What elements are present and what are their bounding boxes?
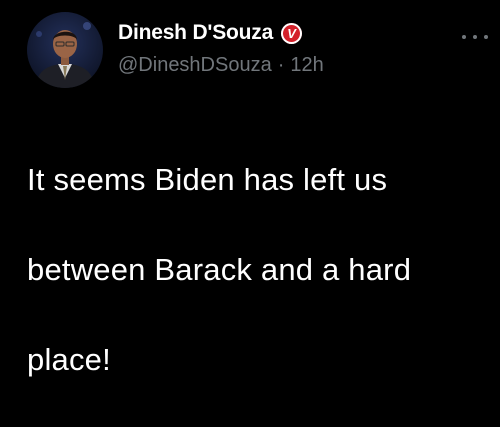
more-options-icon[interactable] <box>462 30 488 44</box>
timestamp[interactable]: 12h <box>290 54 323 77</box>
tweet-text: It seems Biden has left us between Barac… <box>27 112 477 427</box>
avatar-photo <box>27 12 103 88</box>
meta-row: @DineshDSouza · 12h <box>118 50 448 80</box>
tweet-text-line: It seems Biden has left us <box>27 162 388 197</box>
tweet-header: Dinesh D'Souza V @DineshDSouza · 12h <box>118 18 448 80</box>
tweet-card[interactable]: Dinesh D'Souza V @DineshDSouza · 12h It … <box>0 0 500 377</box>
more-dot <box>462 35 466 39</box>
name-row: Dinesh D'Souza V <box>118 18 448 48</box>
more-dot <box>473 35 477 39</box>
tweet-text-line: place! <box>27 342 111 377</box>
display-name[interactable]: Dinesh D'Souza <box>118 21 273 45</box>
user-handle[interactable]: @DineshDSouza <box>118 54 272 77</box>
more-dot <box>484 35 488 39</box>
badge-letter: V <box>287 26 296 41</box>
verified-badge-icon: V <box>281 22 303 44</box>
avatar[interactable] <box>27 12 103 88</box>
tweet-text-line: between Barack and a hard <box>27 252 412 287</box>
separator-dot: · <box>277 53 285 76</box>
